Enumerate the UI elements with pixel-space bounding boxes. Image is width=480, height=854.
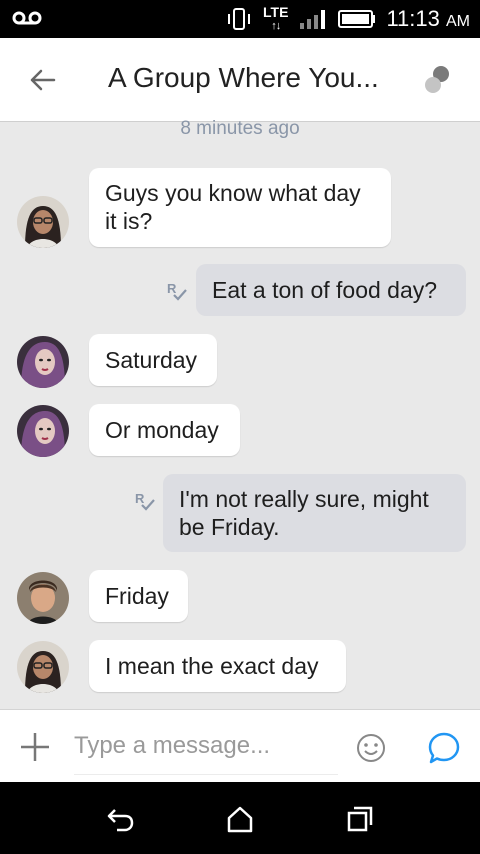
read-receipt-icon: R (135, 491, 155, 511)
voicemail-icon (12, 11, 42, 25)
chat-bubble-icon (428, 732, 460, 764)
back-arrow-icon (107, 809, 134, 832)
message-text: Saturday (105, 347, 198, 373)
participants-icon (425, 66, 449, 93)
nav-back-button[interactable] (105, 804, 135, 834)
message-text: I'm not really sure, might (179, 486, 429, 512)
network-type: LTE ↑↓ (263, 4, 289, 32)
read-receipt-icon: R (167, 281, 187, 301)
participants-button[interactable] (420, 64, 456, 96)
conversation-title[interactable]: A Group Where You... (108, 62, 398, 94)
message-bubble[interactable]: Saturday (89, 334, 217, 386)
avatar[interactable] (17, 196, 69, 248)
message-text: I mean the exact day (105, 653, 319, 679)
plus-icon (21, 733, 49, 761)
home-icon (227, 806, 253, 833)
clock: 11:13 AM (386, 6, 470, 31)
nav-recents-button[interactable] (345, 804, 375, 834)
message-text: Friday (105, 583, 169, 609)
message-text: Or monday (105, 417, 219, 443)
navigation-bar (0, 782, 480, 854)
input-underline (74, 774, 338, 775)
message-timestamp: 8 minutes ago (180, 118, 300, 139)
emoji-button[interactable] (355, 732, 387, 764)
message-bubble[interactable]: Or monday (89, 404, 240, 456)
recents-icon (347, 806, 373, 832)
message-text: be Friday. (179, 514, 280, 540)
back-button[interactable] (22, 64, 62, 96)
conversation-header: A Group Where You... (0, 38, 480, 122)
send-button[interactable] (426, 730, 462, 766)
avatar[interactable] (17, 336, 69, 388)
message-bubble[interactable]: Guys you know what day it is? (89, 168, 391, 247)
arrow-left-icon (30, 69, 56, 91)
message-bubble[interactable]: Friday (89, 570, 188, 622)
status-bar: LTE ↑↓ 11:13 AM (0, 0, 480, 38)
message-bubble[interactable]: Eat a ton of food day? (196, 264, 466, 316)
smiley-icon (357, 734, 385, 762)
avatar[interactable] (17, 572, 69, 624)
message-text: it is? (105, 208, 153, 234)
message-composer (0, 709, 480, 782)
avatar[interactable] (17, 405, 69, 457)
battery-icon (338, 10, 376, 28)
vibrate-icon (228, 8, 251, 30)
signal-icon (300, 10, 326, 29)
message-text: Eat a ton of food day? (212, 277, 438, 303)
svg-text:R: R (135, 491, 145, 506)
add-attachment-button[interactable] (18, 730, 52, 764)
message-bubble[interactable]: I'm not really sure, might be Friday. (163, 474, 466, 552)
message-input[interactable] (74, 728, 334, 764)
message-text: Guys you know what day (105, 180, 361, 206)
avatar[interactable] (17, 641, 69, 693)
nav-home-button[interactable] (225, 804, 255, 834)
message-bubble[interactable]: I mean the exact day (89, 640, 346, 692)
svg-text:R: R (167, 281, 177, 296)
